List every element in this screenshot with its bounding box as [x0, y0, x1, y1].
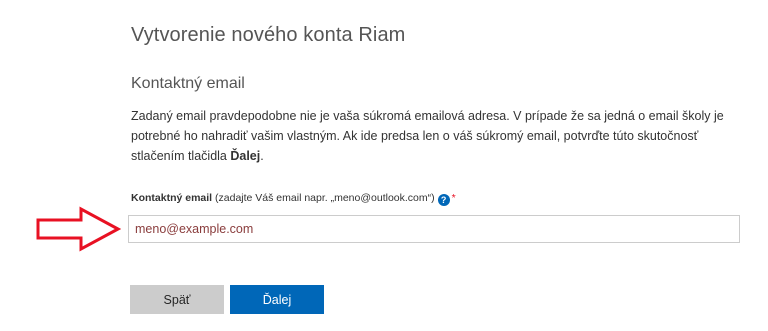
info-end: .	[260, 149, 264, 163]
next-button[interactable]: Ďalej	[230, 285, 324, 314]
info-body: Zadaný email pravdepodobne nie je vaša s…	[131, 109, 724, 163]
arrow-right-outline-icon	[36, 206, 121, 252]
page-title: Vytvorenie nového konta Riam	[131, 24, 406, 46]
help-icon[interactable]: ?	[437, 194, 450, 206]
section-title: Kontaktný email	[131, 75, 245, 92]
email-hint: (zadajte Váš email napr. „meno@outlook.c…	[212, 192, 435, 204]
page: Vytvorenie nového konta Riam Kontaktný e…	[0, 0, 768, 331]
info-text: Zadaný email pravdepodobne nie je vaša s…	[131, 106, 741, 166]
back-button[interactable]: Späť	[130, 285, 224, 314]
email-label: Kontaktný email	[131, 192, 213, 204]
email-field-label: Kontaktný email (zadajte Váš email napr.…	[131, 192, 456, 206]
required-mark: *	[451, 192, 456, 204]
info-emphasis: Ďalej	[230, 149, 261, 163]
email-input[interactable]	[128, 215, 740, 243]
